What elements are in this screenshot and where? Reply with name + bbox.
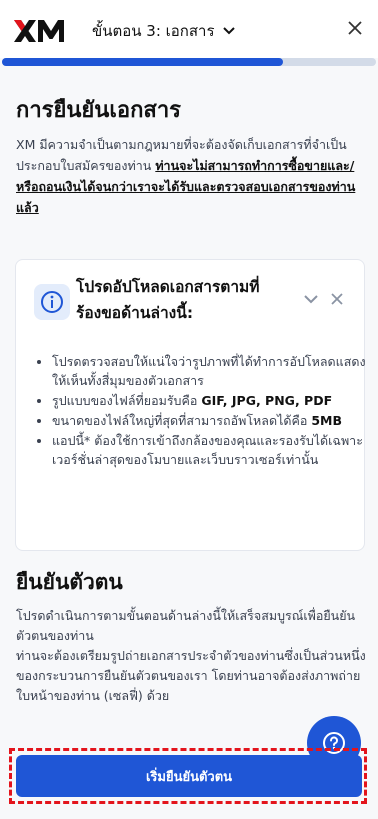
chevron-down-icon[interactable] [304,294,318,304]
upload-info-card: โปรดอัปโหลดเอกสารตามที่ร้องขอด้านล่างนี้… [15,259,366,551]
list-item: โปรดตรวจสอบให้แน่ใจว่ารูปภาพที่ได้ทำการอ… [52,352,370,390]
chevron-down-icon [222,27,235,35]
identity-paragraph-2: ท่านจะต้องเตรียมรูปถ่ายเอกสารประจำตัวของ… [16,648,366,703]
step-title-label: ขั้นตอน 3: เอกสาร [92,22,215,40]
progress-bar [2,58,376,66]
dismiss-icon[interactable] [331,293,343,305]
list-item: แอปนี้* ต้องใช้การเข้าถึงกล้องของคุณและร… [52,431,370,469]
start-verification-button[interactable]: เริ่มยืนยันตัวตน [16,755,362,797]
identity-title: ยืนยันตัวตน [16,570,123,594]
list-item: ขนาดของไฟล์ใหญ่ที่สุดที่สามารถอัพโหลดได้… [52,411,370,430]
step-selector[interactable]: ขั้นตอน 3: เอกสาร [92,19,235,43]
list-item: รูปแบบของไฟล์ที่ยอมรับคือ GIF, JPG, PNG,… [52,391,370,410]
top-bar: ขั้นตอน 3: เอกสาร [0,0,378,58]
upload-requirements-list: โปรดตรวจสอบให้แน่ใจว่ารูปภาพที่ได้ทำการอ… [34,352,370,470]
upload-card-title: โปรดอัปโหลดเอกสารตามที่ร้องขอด้านล่างนี้… [76,278,260,322]
progress-fill [2,58,283,66]
identity-paragraph-1: โปรดดำเนินการตามขั้นตอนด้านล่างนี้ให้เสร… [16,608,356,643]
close-icon[interactable] [348,21,362,35]
documents-intro: XM มีความจำเป็นตามกฎหมายที่จะต้องจัดเก็บ… [16,134,362,218]
documents-title: การยืนยันเอกสาร [16,98,181,123]
xm-logo [14,20,64,42]
info-icon [34,284,70,320]
identity-description: โปรดดำเนินการตามขั้นตอนด้านล่างนี้ให้เสร… [16,606,366,706]
